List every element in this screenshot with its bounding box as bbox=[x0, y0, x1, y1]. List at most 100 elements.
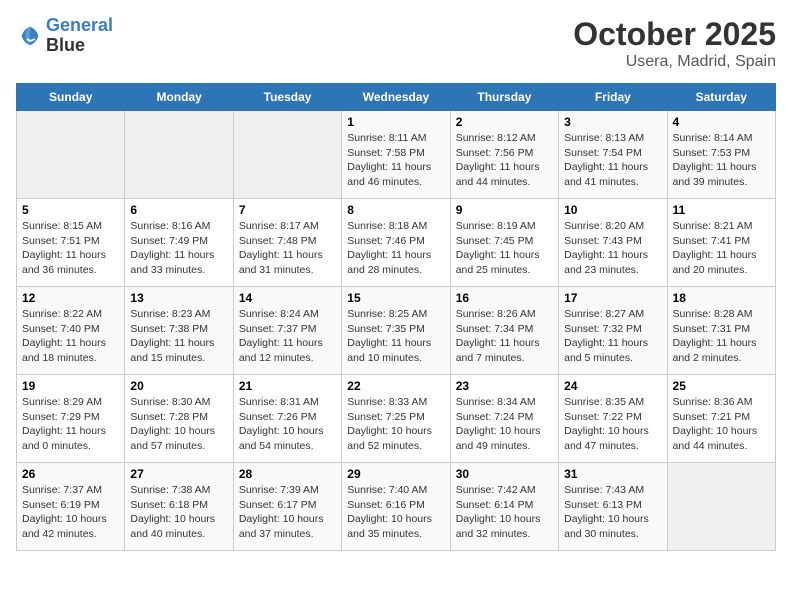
weekday-header: Thursday bbox=[450, 84, 558, 111]
day-info: Sunrise: 8:15 AM Sunset: 7:51 PM Dayligh… bbox=[22, 219, 119, 278]
day-number: 26 bbox=[22, 467, 119, 481]
day-number: 4 bbox=[673, 115, 770, 129]
calendar-week-row: 12 Sunrise: 8:22 AM Sunset: 7:40 PM Dayli… bbox=[17, 287, 776, 375]
day-number: 6 bbox=[130, 203, 227, 217]
calendar-day-cell: 12 Sunrise: 8:22 AM Sunset: 7:40 PM Dayli… bbox=[17, 287, 125, 375]
calendar-day-cell: 9 Sunrise: 8:19 AM Sunset: 7:45 PM Daylig… bbox=[450, 199, 558, 287]
day-number: 1 bbox=[347, 115, 444, 129]
calendar-day-cell: 4 Sunrise: 8:14 AM Sunset: 7:53 PM Daylig… bbox=[667, 111, 775, 199]
weekday-row: SundayMondayTuesdayWednesdayThursdayFrid… bbox=[17, 84, 776, 111]
day-number: 8 bbox=[347, 203, 444, 217]
calendar-week-row: 5Sunrise: 8:15 AM Sunset: 7:51 PM Daylig… bbox=[17, 199, 776, 287]
day-info: Sunrise: 8:12 AM Sunset: 7:56 PM Dayligh… bbox=[456, 131, 553, 190]
calendar-day-cell: 10 Sunrise: 8:20 AM Sunset: 7:43 PM Dayli… bbox=[559, 199, 667, 287]
day-info: Sunrise: 8:33 AM Sunset: 7:25 PM Dayligh… bbox=[347, 395, 444, 454]
calendar-subtitle: Usera, Madrid, Spain bbox=[573, 53, 776, 71]
calendar-day-cell: 14 Sunrise: 8:24 AM Sunset: 7:37 PM Dayli… bbox=[233, 287, 341, 375]
day-number: 10 bbox=[564, 203, 661, 217]
day-number: 30 bbox=[456, 467, 553, 481]
day-number: 31 bbox=[564, 467, 661, 481]
weekday-header: Tuesday bbox=[233, 84, 341, 111]
day-number: 20 bbox=[130, 379, 227, 393]
day-number: 27 bbox=[130, 467, 227, 481]
calendar-day-cell: 26Sunrise: 7:37 AM Sunset: 6:19 PM Dayli… bbox=[17, 463, 125, 551]
day-info: Sunrise: 8:13 AM Sunset: 7:54 PM Dayligh… bbox=[564, 131, 661, 190]
calendar-day-cell: 30Sunrise: 7:42 AM Sunset: 6:14 PM Dayli… bbox=[450, 463, 558, 551]
day-info: Sunrise: 8:31 AM Sunset: 7:26 PM Dayligh… bbox=[239, 395, 336, 454]
day-info: Sunrise: 8:24 AM Sunset: 7:37 PM Dayligh… bbox=[239, 307, 336, 366]
day-info: Sunrise: 8:11 AM Sunset: 7:58 PM Dayligh… bbox=[347, 131, 444, 190]
day-info: Sunrise: 8:21 AM Sunset: 7:41 PM Dayligh… bbox=[673, 219, 770, 278]
calendar-day-cell: 2 Sunrise: 8:12 AM Sunset: 7:56 PM Daylig… bbox=[450, 111, 558, 199]
day-number: 11 bbox=[673, 203, 770, 217]
weekday-header: Saturday bbox=[667, 84, 775, 111]
calendar-day-cell: 24 Sunrise: 8:35 AM Sunset: 7:22 PM Dayli… bbox=[559, 375, 667, 463]
day-number: 12 bbox=[22, 291, 119, 305]
day-info: Sunrise: 8:30 AM Sunset: 7:28 PM Dayligh… bbox=[130, 395, 227, 454]
day-number: 18 bbox=[673, 291, 770, 305]
calendar-day-cell: 5Sunrise: 8:15 AM Sunset: 7:51 PM Daylig… bbox=[17, 199, 125, 287]
calendar-day-cell bbox=[667, 463, 775, 551]
day-info: Sunrise: 8:34 AM Sunset: 7:24 PM Dayligh… bbox=[456, 395, 553, 454]
calendar-day-cell: 28Sunrise: 7:39 AM Sunset: 6:17 PM Dayli… bbox=[233, 463, 341, 551]
logo-icon bbox=[16, 22, 44, 50]
day-info: Sunrise: 7:40 AM Sunset: 6:16 PM Dayligh… bbox=[347, 483, 444, 542]
day-number: 19 bbox=[22, 379, 119, 393]
day-info: Sunrise: 8:35 AM Sunset: 7:22 PM Dayligh… bbox=[564, 395, 661, 454]
logo-line1: General bbox=[46, 15, 113, 35]
weekday-header: Wednesday bbox=[342, 84, 450, 111]
logo-line2: Blue bbox=[46, 36, 113, 56]
logo-text: General Blue bbox=[46, 16, 113, 56]
weekday-header: Monday bbox=[125, 84, 233, 111]
day-number: 28 bbox=[239, 467, 336, 481]
day-number: 2 bbox=[456, 115, 553, 129]
day-info: Sunrise: 8:28 AM Sunset: 7:31 PM Dayligh… bbox=[673, 307, 770, 366]
title-block: October 2025 Usera, Madrid, Spain bbox=[573, 16, 776, 71]
calendar-day-cell: 31 Sunrise: 7:43 AM Sunset: 6:13 PM Dayli… bbox=[559, 463, 667, 551]
day-info: Sunrise: 8:36 AM Sunset: 7:21 PM Dayligh… bbox=[673, 395, 770, 454]
calendar-day-cell: 23Sunrise: 8:34 AM Sunset: 7:24 PM Dayli… bbox=[450, 375, 558, 463]
calendar-day-cell: 1 Sunrise: 8:11 AM Sunset: 7:58 PM Daylig… bbox=[342, 111, 450, 199]
weekday-header: Sunday bbox=[17, 84, 125, 111]
day-number: 13 bbox=[130, 291, 227, 305]
day-info: Sunrise: 8:27 AM Sunset: 7:32 PM Dayligh… bbox=[564, 307, 661, 366]
calendar-day-cell: 16Sunrise: 8:26 AM Sunset: 7:34 PM Dayli… bbox=[450, 287, 558, 375]
day-info: Sunrise: 8:19 AM Sunset: 7:45 PM Dayligh… bbox=[456, 219, 553, 278]
calendar-day-cell: 8 Sunrise: 8:18 AM Sunset: 7:46 PM Daylig… bbox=[342, 199, 450, 287]
calendar-day-cell: 6Sunrise: 8:16 AM Sunset: 7:49 PM Daylig… bbox=[125, 199, 233, 287]
calendar-day-cell bbox=[125, 111, 233, 199]
calendar-day-cell: 17Sunrise: 8:27 AM Sunset: 7:32 PM Dayli… bbox=[559, 287, 667, 375]
calendar-week-row: 26Sunrise: 7:37 AM Sunset: 6:19 PM Dayli… bbox=[17, 463, 776, 551]
day-number: 9 bbox=[456, 203, 553, 217]
day-number: 16 bbox=[456, 291, 553, 305]
calendar-day-cell: 29Sunrise: 7:40 AM Sunset: 6:16 PM Dayli… bbox=[342, 463, 450, 551]
page-header: General Blue October 2025 Usera, Madrid,… bbox=[16, 16, 776, 71]
day-number: 24 bbox=[564, 379, 661, 393]
calendar-day-cell: 27 Sunrise: 7:38 AM Sunset: 6:18 PM Dayli… bbox=[125, 463, 233, 551]
day-number: 14 bbox=[239, 291, 336, 305]
day-info: Sunrise: 8:25 AM Sunset: 7:35 PM Dayligh… bbox=[347, 307, 444, 366]
day-info: Sunrise: 8:14 AM Sunset: 7:53 PM Dayligh… bbox=[673, 131, 770, 190]
day-number: 15 bbox=[347, 291, 444, 305]
day-info: Sunrise: 8:23 AM Sunset: 7:38 PM Dayligh… bbox=[130, 307, 227, 366]
day-number: 22 bbox=[347, 379, 444, 393]
calendar-day-cell: 13 Sunrise: 8:23 AM Sunset: 7:38 PM Dayli… bbox=[125, 287, 233, 375]
calendar-day-cell: 3Sunrise: 8:13 AM Sunset: 7:54 PM Daylig… bbox=[559, 111, 667, 199]
day-info: Sunrise: 7:43 AM Sunset: 6:13 PM Dayligh… bbox=[564, 483, 661, 542]
day-info: Sunrise: 8:18 AM Sunset: 7:46 PM Dayligh… bbox=[347, 219, 444, 278]
day-info: Sunrise: 8:20 AM Sunset: 7:43 PM Dayligh… bbox=[564, 219, 661, 278]
calendar-day-cell: 18 Sunrise: 8:28 AM Sunset: 7:31 PM Dayli… bbox=[667, 287, 775, 375]
day-info: Sunrise: 7:38 AM Sunset: 6:18 PM Dayligh… bbox=[130, 483, 227, 542]
calendar-day-cell: 19Sunrise: 8:29 AM Sunset: 7:29 PM Dayli… bbox=[17, 375, 125, 463]
calendar-day-cell bbox=[233, 111, 341, 199]
calendar-day-cell: 22 Sunrise: 8:33 AM Sunset: 7:25 PM Dayli… bbox=[342, 375, 450, 463]
day-number: 21 bbox=[239, 379, 336, 393]
logo: General Blue bbox=[16, 16, 113, 56]
calendar-header: SundayMondayTuesdayWednesdayThursdayFrid… bbox=[17, 84, 776, 111]
day-number: 25 bbox=[673, 379, 770, 393]
calendar-title: October 2025 bbox=[573, 16, 776, 53]
calendar-day-cell: 20 Sunrise: 8:30 AM Sunset: 7:28 PM Dayli… bbox=[125, 375, 233, 463]
calendar-day-cell: 11 Sunrise: 8:21 AM Sunset: 7:41 PM Dayli… bbox=[667, 199, 775, 287]
day-info: Sunrise: 8:22 AM Sunset: 7:40 PM Dayligh… bbox=[22, 307, 119, 366]
day-number: 7 bbox=[239, 203, 336, 217]
